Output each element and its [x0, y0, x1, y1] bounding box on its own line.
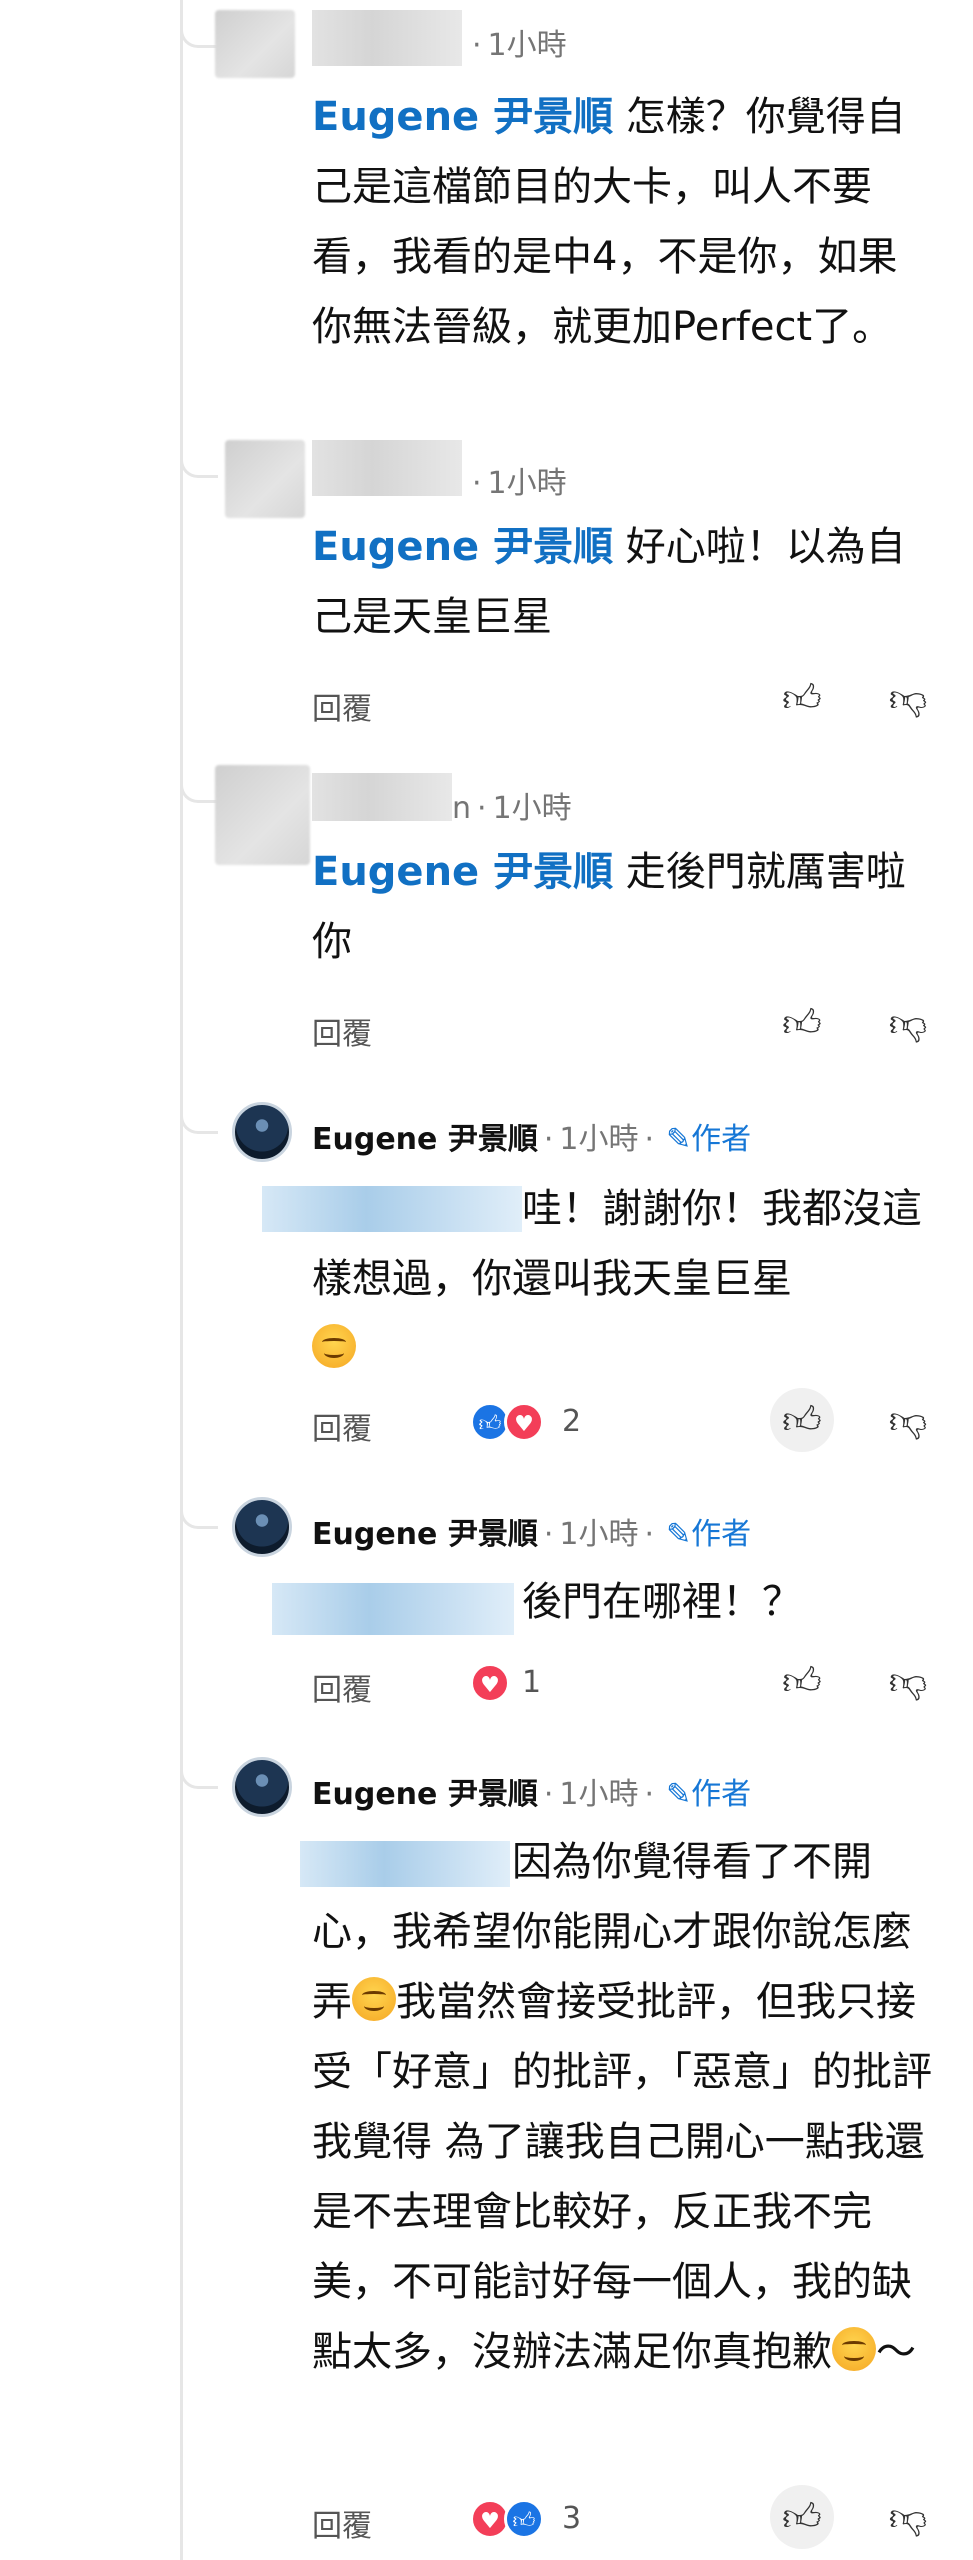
comment-text: 我當然會接受批評，但我只接受「好意」的批評，「惡意」的批評 我覺得 為了讓我自己… — [312, 1979, 932, 2375]
commenter-name-blurred[interactable] — [312, 10, 462, 66]
commenter-name-blurred[interactable] — [312, 773, 452, 821]
pen-icon: ✎ — [666, 1122, 692, 1157]
comment-text: ～ — [876, 2329, 916, 2375]
comment-meta: Eugene 尹景順 · 1小時 · ✎作者 — [312, 1122, 752, 1157]
comment-meta: n · 1小時 — [452, 791, 572, 826]
comment-meta: · 1小時 — [472, 28, 567, 63]
like-reaction-icon: 👍︎ — [504, 2499, 544, 2539]
comment-body: 後門在哪裡！？ — [312, 1567, 932, 1637]
comment-meta: Eugene 尹景順 · 1小時 · ✎作者 — [312, 1517, 752, 1552]
thread-branch — [180, 785, 218, 803]
thread-line — [180, 0, 183, 2560]
thumbs-down-icon[interactable]: 👎︎ — [876, 991, 940, 1055]
thread-branch — [180, 460, 218, 478]
comment-body: Eugene 尹景順 怎樣？你覺得自己是這檔節目的大卡，叫人不要看，我看的是中4… — [312, 82, 932, 362]
user-mention[interactable]: Eugene 尹景順 — [312, 524, 613, 570]
comment-time: 1小時 — [492, 791, 572, 826]
pen-icon: ✎ — [666, 1517, 692, 1552]
comment-time: 1小時 — [559, 1777, 639, 1812]
comment-body: Eugene 尹景順 好心啦！以為自己是天皇巨星 — [312, 512, 932, 652]
avatar[interactable] — [232, 1102, 292, 1162]
comment-body: 因為你覺得看了不開心，我希望你能開心才跟你說怎麼弄 我當然會接受批評，但我只接受「… — [312, 1827, 932, 2387]
avatar[interactable] — [232, 1757, 292, 1817]
author-name[interactable]: Eugene 尹景順 — [312, 1517, 538, 1552]
comment-time: 1小時 — [487, 28, 567, 63]
reply-button[interactable]: 回覆 — [312, 684, 372, 728]
author-badge: 作者 — [691, 1777, 752, 1812]
comment-time: 1小時 — [487, 466, 567, 501]
thread-branch — [180, 1116, 218, 1134]
comment-text: 後門在哪裡！？ — [522, 1579, 802, 1625]
thumbs-up-icon[interactable]: 👍︎ — [770, 666, 834, 730]
author-name[interactable]: Eugene 尹景順 — [312, 1777, 538, 1812]
author-badge: 作者 — [691, 1122, 752, 1157]
author-name[interactable]: Eugene 尹景順 — [312, 1122, 538, 1157]
comment-time: 1小時 — [559, 1517, 639, 1552]
thread-branch — [180, 1771, 218, 1789]
smiling-face-emoji — [312, 1324, 356, 1368]
heart-reaction-icon: ♥ — [504, 1402, 544, 1442]
smiling-face-emoji — [832, 2327, 876, 2371]
commenter-name-blurred[interactable] — [312, 440, 462, 496]
smiling-face-emoji — [352, 1977, 396, 2021]
thumbs-down-icon[interactable]: 👎︎ — [876, 2485, 940, 2549]
reaction-count: 2 — [562, 1404, 582, 1439]
thumbs-up-icon[interactable]: 👍︎ — [770, 2485, 834, 2549]
thumbs-down-icon[interactable]: 👎︎ — [876, 1649, 940, 1713]
pen-icon: ✎ — [666, 1777, 692, 1812]
reply-button[interactable]: 回覆 — [312, 1009, 372, 1053]
thumbs-up-icon[interactable]: 👍︎ — [770, 1388, 834, 1452]
reply-button[interactable]: 回覆 — [312, 2501, 372, 2545]
comment-meta: Eugene 尹景順 · 1小時 · ✎作者 — [312, 1777, 752, 1812]
reaction-count: 1 — [522, 1665, 542, 1700]
reaction-count: 3 — [562, 2501, 582, 2536]
comment-thread: · 1小時 Eugene 尹景順 怎樣？你覺得自己是這檔節目的大卡，叫人不要看，我… — [0, 0, 973, 2560]
thumbs-up-icon[interactable]: 👍︎ — [770, 991, 834, 1055]
avatar[interactable] — [225, 440, 305, 518]
reply-button[interactable]: 回覆 — [312, 1404, 372, 1448]
user-mention[interactable]: Eugene 尹景順 — [312, 849, 613, 895]
commenter-name-suffix: n — [452, 791, 472, 826]
user-mention[interactable]: Eugene 尹景順 — [312, 94, 613, 140]
comment-text: 哇！謝謝你！我都沒這樣想過，你還叫我天皇巨星 — [312, 1186, 922, 1302]
heart-reaction-icon: ♥ — [470, 1663, 510, 1703]
reply-button[interactable]: 回覆 — [312, 1665, 372, 1709]
thumbs-up-icon[interactable]: 👍︎ — [770, 1649, 834, 1713]
comment-body: Eugene 尹景順 走後門就厲害啦你 — [312, 837, 932, 977]
thread-branch — [180, 1511, 218, 1529]
thumbs-down-icon[interactable]: 👎︎ — [876, 1388, 940, 1452]
comment-time: 1小時 — [559, 1122, 639, 1157]
thumbs-down-icon[interactable]: 👎︎ — [876, 666, 940, 730]
comment-meta: · 1小時 — [472, 466, 567, 501]
author-badge: 作者 — [691, 1517, 752, 1552]
avatar[interactable] — [232, 1497, 292, 1557]
avatar[interactable] — [215, 10, 295, 78]
thread-branch — [180, 30, 218, 48]
avatar[interactable] — [215, 765, 310, 865]
comment-body: 哇！謝謝你！我都沒這樣想過，你還叫我天皇巨星 — [312, 1174, 932, 1384]
